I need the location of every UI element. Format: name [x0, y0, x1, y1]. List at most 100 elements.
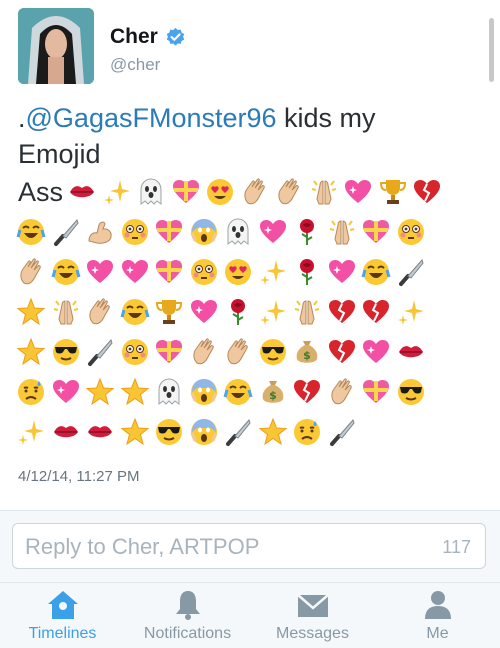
clap-emoji	[14, 254, 49, 290]
envelope-icon	[296, 594, 329, 617]
broken-heart-emoji	[290, 374, 325, 410]
money-bag-emoji: $	[256, 374, 291, 410]
tweet-timestamp: 4/12/14, 11:27 PM	[18, 468, 140, 485]
tweet-text-after-mention: kids my	[276, 103, 376, 133]
clap-emoji	[325, 374, 360, 410]
glowing-star-emoji	[118, 414, 153, 450]
glowing-star-emoji	[118, 374, 153, 410]
bell-icon	[175, 591, 200, 620]
flushed-emoji	[118, 334, 153, 370]
broken-heart-emoji	[325, 294, 360, 330]
character-count: 117	[442, 537, 471, 557]
sad-sweat-emoji	[290, 414, 325, 450]
joy-emoji	[118, 294, 153, 330]
glowing-star-emoji	[256, 414, 291, 450]
name-row: Cher	[110, 25, 186, 49]
clap-emoji	[221, 334, 256, 370]
emoji-row	[14, 212, 484, 252]
trophy-emoji	[152, 294, 187, 330]
lips-emoji	[49, 414, 84, 450]
joy-emoji	[14, 214, 49, 250]
display-name[interactable]: Cher	[110, 25, 158, 49]
clap-emoji	[238, 174, 273, 210]
sparkling-heart-emoji	[187, 294, 222, 330]
glowing-star-emoji	[14, 334, 49, 370]
avatar[interactable]	[18, 8, 94, 84]
scream-emoji	[187, 414, 222, 450]
tweet-line-2: Emojid	[18, 139, 101, 169]
broken-heart-emoji	[325, 334, 360, 370]
sunglasses-emoji	[152, 414, 187, 450]
sparkling-heart-emoji	[83, 254, 118, 290]
joy-emoji	[221, 374, 256, 410]
person-icon	[424, 591, 451, 619]
profile-photo	[18, 8, 94, 84]
money-bag-emoji: $	[290, 334, 325, 370]
sparkling-heart-emoji	[49, 374, 84, 410]
scream-emoji	[187, 374, 222, 410]
reply-placeholder: Reply to Cher, ARTPOP	[25, 534, 260, 559]
clap-emoji	[83, 294, 118, 330]
sparkles-emoji	[256, 254, 291, 290]
svg-text:$: $	[269, 389, 277, 402]
tab-label-me: Me	[426, 625, 449, 642]
ghost-emoji	[221, 214, 256, 250]
tab-notifications[interactable]: Notifications	[125, 583, 250, 648]
tweet-header: Cher @cher	[18, 8, 488, 88]
trophy-emoji	[376, 174, 411, 210]
flushed-emoji	[394, 214, 429, 250]
heart-eyes-emoji	[203, 174, 238, 210]
sparkling-heart-emoji	[118, 254, 153, 290]
mention-link[interactable]: @GagasFMonster96	[26, 103, 277, 133]
svg-text:$: $	[303, 349, 311, 362]
reply-bar: Reply to Cher, ARTPOP 117	[0, 510, 500, 583]
lips-emoji	[65, 174, 100, 210]
broken-heart-emoji	[410, 174, 445, 210]
home-icon	[47, 591, 78, 619]
emoji-row	[14, 292, 484, 332]
pray-emoji	[49, 294, 84, 330]
joy-emoji	[49, 254, 84, 290]
knife-emoji	[394, 254, 429, 290]
glowing-star-emoji	[14, 294, 49, 330]
pray-emoji	[307, 174, 342, 210]
sparkles-emoji	[14, 414, 49, 450]
scrollbar[interactable]	[489, 18, 494, 82]
emoji-row	[14, 252, 484, 292]
knife-emoji	[49, 214, 84, 250]
tab-me[interactable]: Me	[375, 583, 500, 648]
rose-emoji	[221, 294, 256, 330]
emoji-row: $	[14, 372, 484, 412]
tab-bar: Timelines Notifications Messages Me	[0, 582, 500, 648]
knife-emoji	[325, 414, 360, 450]
sunglasses-emoji	[49, 334, 84, 370]
sad-sweat-emoji	[14, 374, 49, 410]
tab-timelines[interactable]: Timelines	[0, 583, 125, 648]
sparkling-heart-emoji	[359, 334, 394, 370]
gift-heart-emoji	[152, 254, 187, 290]
rose-emoji	[290, 254, 325, 290]
sparkling-heart-emoji	[325, 254, 360, 290]
sunglasses-emoji	[394, 374, 429, 410]
sparkling-heart-emoji	[341, 174, 376, 210]
rose-emoji	[290, 214, 325, 250]
tab-label-notifications: Notifications	[143, 625, 232, 642]
user-handle[interactable]: @cher	[110, 55, 160, 75]
joy-emoji	[359, 254, 394, 290]
sparkles-emoji	[394, 294, 429, 330]
tab-label-messages: Messages	[276, 625, 349, 642]
ghost-emoji	[152, 374, 187, 410]
ghost-emoji	[134, 174, 169, 210]
reply-input[interactable]: Reply to Cher, ARTPOP 117	[12, 523, 486, 569]
knife-emoji	[83, 334, 118, 370]
flushed-emoji	[187, 254, 222, 290]
glowing-star-emoji	[83, 374, 118, 410]
tweet-prefix: .	[18, 103, 26, 133]
tweet-text: .@GagasFMonster96 kids my Emojid	[18, 100, 478, 172]
gift-heart-emoji	[152, 334, 187, 370]
tab-messages[interactable]: Messages	[250, 583, 375, 648]
sunglasses-emoji	[256, 334, 291, 370]
clap-emoji	[187, 334, 222, 370]
emoji-row: $	[14, 332, 484, 372]
scream-emoji	[187, 214, 222, 250]
